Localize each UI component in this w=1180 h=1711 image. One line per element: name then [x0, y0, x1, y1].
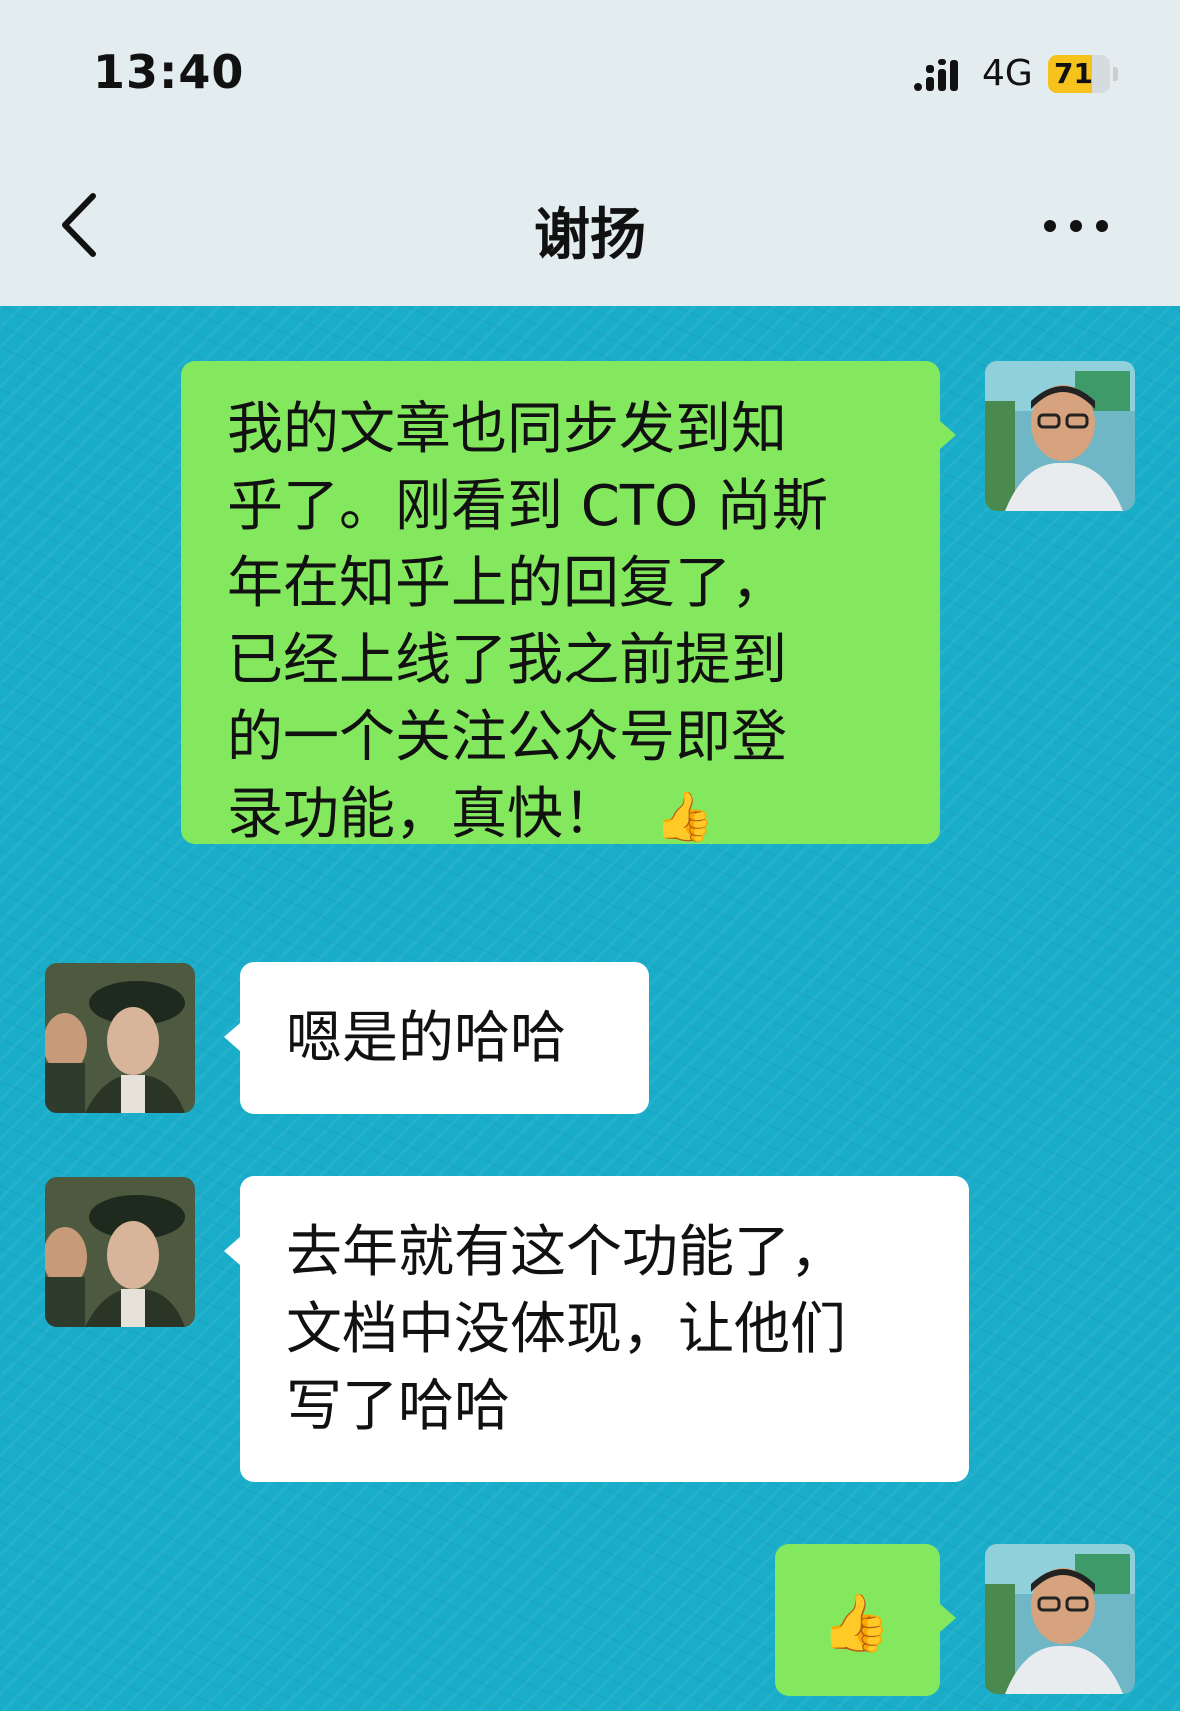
message-bubble-sent[interactable]: 👍 [775, 1544, 940, 1696]
message-bubble-sent[interactable]: 我的文章也同步发到知 乎了。刚看到 CTO 尚斯 年在知乎上的回复了， 已经上线… [181, 361, 940, 847]
message-line: 去年就有这个功能了， [286, 1220, 846, 1285]
bubble-tail [940, 421, 956, 449]
top-bar: 13:40 4G 71 谢扬 [0, 0, 1180, 306]
battery-percent: 71 [1054, 57, 1093, 90]
message-line: 乎了。刚看到 CTO 尚斯 [227, 474, 828, 539]
message-line: 写了哈哈 [286, 1374, 510, 1439]
signal-bars-icon [914, 59, 958, 91]
message-bubble-received[interactable]: 去年就有这个功能了， 文档中没体现，让他们 写了哈哈 [240, 1176, 969, 1482]
bubble-tail [940, 1604, 956, 1632]
message-line: 嗯是的哈哈 [286, 1006, 566, 1071]
contact-avatar[interactable] [45, 963, 195, 1113]
message-line: 文档中没体现，让他们 [286, 1297, 846, 1362]
message-text: 我的文章也同步发到知 乎了。刚看到 CTO 尚斯 年在知乎上的回复了， 已经上线… [227, 391, 828, 856]
contact-avatar[interactable] [45, 1177, 195, 1327]
message-line: 已经上线了我之前提到 [227, 628, 787, 693]
chat-title: 谢扬 [534, 203, 646, 268]
message-bubble-received[interactable]: 嗯是的哈哈 [240, 962, 649, 1114]
message-line: 的一个关注公众号即登 [227, 705, 787, 770]
more-dots-icon[interactable] [1040, 205, 1120, 245]
status-time: 13:40 [93, 45, 245, 99]
bubble-tail [224, 1023, 240, 1051]
thumbs-up-icon: 👍 [821, 1591, 891, 1657]
network-type: 4G [982, 53, 1033, 94]
thumbs-up-icon: 👍 [654, 789, 715, 846]
my-avatar[interactable] [985, 361, 1135, 511]
chat-area[interactable]: 我的文章也同步发到知 乎了。刚看到 CTO 尚斯 年在知乎上的回复了， 已经上线… [0, 306, 1180, 1711]
battery-indicator: 71 [1048, 55, 1110, 93]
bubble-tail [224, 1237, 240, 1265]
my-avatar[interactable] [985, 1544, 1135, 1694]
message-line: 录功能，真快！ [227, 782, 619, 847]
battery-tip [1113, 67, 1118, 81]
message-line: 年在知乎上的回复了， [227, 551, 787, 616]
message-line: 我的文章也同步发到知 [227, 397, 787, 462]
